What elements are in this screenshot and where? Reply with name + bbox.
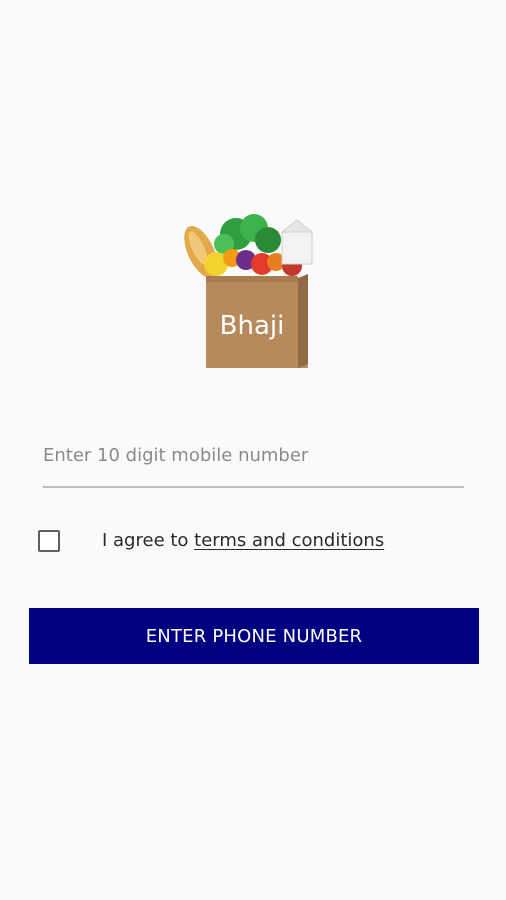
grocery-bag-icon: Bhaji — [184, 214, 314, 368]
phone-number-input[interactable] — [43, 430, 464, 488]
app-logo: Bhaji — [176, 212, 326, 374]
logo-text: Bhaji — [220, 311, 285, 341]
agree-text: I agree to terms and conditions — [102, 530, 384, 551]
agree-checkbox[interactable] — [38, 530, 60, 552]
enter-phone-number-button[interactable]: ENTER PHONE NUMBER — [29, 608, 479, 664]
phone-field-container — [43, 430, 464, 488]
agreement-row: I agree to terms and conditions — [38, 527, 384, 555]
agree-prefix-text: I agree to — [102, 530, 195, 551]
terms-link[interactable]: terms and conditions — [194, 530, 384, 551]
button-label: ENTER PHONE NUMBER — [145, 625, 363, 647]
